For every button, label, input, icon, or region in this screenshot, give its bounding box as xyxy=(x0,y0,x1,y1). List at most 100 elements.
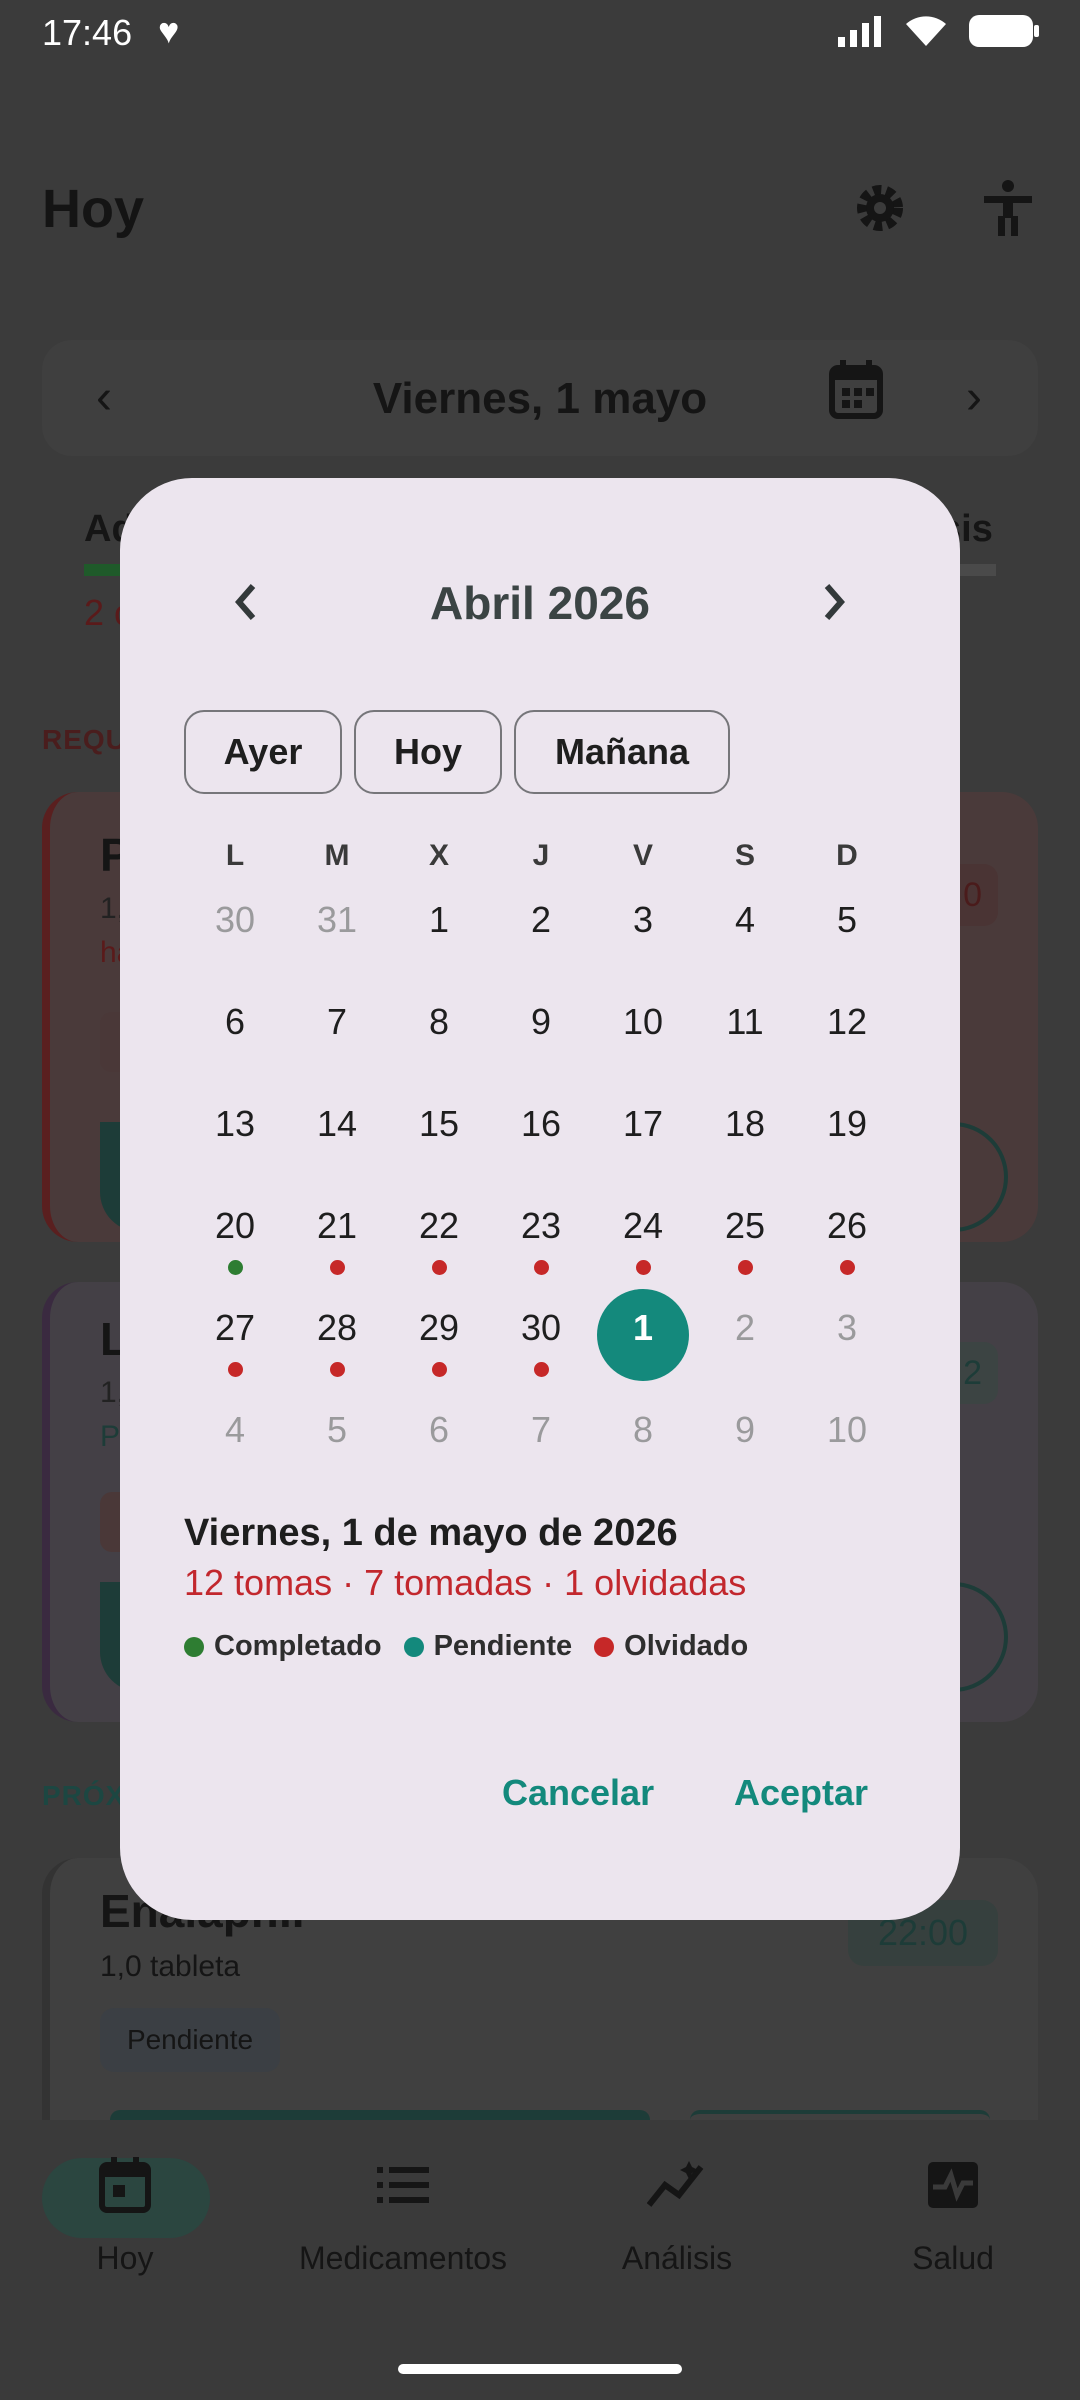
day-cell[interactable]: 13 xyxy=(184,1088,286,1190)
legend-item-missed: Olvidado xyxy=(594,1630,748,1663)
day-cell[interactable]: 2 xyxy=(694,1292,796,1394)
calendar-icon[interactable] xyxy=(828,360,884,425)
day-cell[interactable]: 31 xyxy=(286,884,388,986)
selected-date-summary: 12 tomas · 7 tomadas · 1 olvidadas xyxy=(184,1562,747,1603)
day-cell[interactable]: 28 xyxy=(286,1292,388,1394)
day-cell[interactable]: 30 xyxy=(490,1292,592,1394)
day-cell[interactable]: 16 xyxy=(490,1088,592,1190)
day-cell[interactable]: 8 xyxy=(592,1394,694,1496)
card-action-left[interactable] xyxy=(110,2110,650,2120)
nav-item-medications[interactable]: Medicamentos xyxy=(268,2150,538,2277)
day-number: 22 xyxy=(418,1205,460,1246)
selected-date-label: Viernes, 1 de mayo de 2026 xyxy=(184,1512,678,1554)
day-cell[interactable]: 26 xyxy=(796,1190,898,1292)
date-label[interactable]: Viernes, 1 mayo xyxy=(42,374,1038,424)
day-number: 13 xyxy=(214,1103,256,1144)
legend-label: Olvidado xyxy=(624,1630,749,1662)
next-month-icon[interactable] xyxy=(794,562,874,642)
day-cell[interactable]: 22 xyxy=(388,1190,490,1292)
day-cell[interactable]: 29 xyxy=(388,1292,490,1394)
adherence-bar xyxy=(84,564,124,576)
day-number: 29 xyxy=(418,1307,460,1348)
day-cell[interactable]: 7 xyxy=(490,1394,592,1496)
day-cell[interactable]: 27 xyxy=(184,1292,286,1394)
day-cell[interactable]: 4 xyxy=(694,884,796,986)
day-cell[interactable]: 2 xyxy=(490,884,592,986)
today-button[interactable]: Hoy xyxy=(354,710,502,794)
day-number: 25 xyxy=(724,1205,766,1246)
day-cell[interactable]: 10 xyxy=(592,986,694,1088)
missed-dot xyxy=(228,1362,243,1377)
day-number: 31 xyxy=(316,899,358,940)
day-number: 1 xyxy=(632,1307,654,1348)
date-selector[interactable]: ‹ Viernes, 1 mayo › xyxy=(42,340,1038,456)
day-number: 27 xyxy=(214,1307,256,1348)
day-cell[interactable]: 15 xyxy=(388,1088,490,1190)
day-cell[interactable]: 12 xyxy=(796,986,898,1088)
day-number: 21 xyxy=(316,1205,358,1246)
nav-item-analysis[interactable]: Análisis xyxy=(542,2150,812,2277)
health-icon xyxy=(928,2162,978,2208)
list-icon xyxy=(377,2167,429,2203)
day-number: 11 xyxy=(726,1001,764,1042)
day-cell[interactable]: 3 xyxy=(592,884,694,986)
tomorrow-button[interactable]: Mañana xyxy=(514,710,730,794)
day-cell[interactable]: 6 xyxy=(184,986,286,1088)
day-number: 4 xyxy=(224,1409,246,1450)
day-cell[interactable]: 7 xyxy=(286,986,388,1088)
accessibility-icon[interactable] xyxy=(978,178,1038,238)
nav-item-health[interactable]: Salud xyxy=(818,2150,1080,2277)
day-number: 8 xyxy=(632,1409,654,1450)
day-cell[interactable]: 6 xyxy=(388,1394,490,1496)
day-cell-selected[interactable]: 1 xyxy=(592,1289,694,1394)
day-cell[interactable]: 17 xyxy=(592,1088,694,1190)
status-chip: Pendiente xyxy=(100,2008,280,2072)
day-number: 8 xyxy=(428,1001,450,1042)
day-number: 14 xyxy=(316,1103,358,1144)
day-number: 24 xyxy=(622,1205,664,1246)
calendar-week: 6 7 8 9 10 11 12 xyxy=(184,986,898,1088)
day-cell[interactable]: 30 xyxy=(184,884,286,986)
day-number: 2 xyxy=(734,1307,756,1348)
day-number: 15 xyxy=(418,1103,460,1144)
day-cell[interactable]: 4 xyxy=(184,1394,286,1496)
page-title: Hoy xyxy=(42,179,145,239)
day-number: 10 xyxy=(826,1409,868,1450)
weekday-label: V xyxy=(632,839,653,872)
day-number: 5 xyxy=(836,899,858,940)
gear-icon[interactable] xyxy=(850,178,910,238)
cancel-button[interactable]: Cancelar xyxy=(502,1772,654,1814)
day-cell[interactable]: 9 xyxy=(490,986,592,1088)
day-cell[interactable]: 19 xyxy=(796,1088,898,1190)
day-cell[interactable]: 8 xyxy=(388,986,490,1088)
day-cell[interactable]: 11 xyxy=(694,986,796,1088)
gesture-bar[interactable] xyxy=(398,2364,682,2374)
day-cell[interactable]: 5 xyxy=(796,884,898,986)
day-cell[interactable]: 14 xyxy=(286,1088,388,1190)
day-cell[interactable]: 21 xyxy=(286,1190,388,1292)
missed-dot xyxy=(330,1362,345,1377)
day-cell[interactable]: 10 xyxy=(796,1394,898,1496)
yesterday-button[interactable]: Ayer xyxy=(184,710,342,794)
missed-dot xyxy=(738,1260,753,1275)
day-cell[interactable]: 9 xyxy=(694,1394,796,1496)
day-cell[interactable]: 25 xyxy=(694,1190,796,1292)
next-day-icon[interactable]: › xyxy=(966,370,982,425)
day-number: 26 xyxy=(826,1205,868,1246)
day-cell[interactable]: 3 xyxy=(796,1292,898,1394)
day-cell[interactable]: 5 xyxy=(286,1394,388,1496)
accept-button[interactable]: Aceptar xyxy=(734,1772,868,1814)
day-number: 2 xyxy=(530,899,552,940)
day-cell[interactable]: 1 xyxy=(388,884,490,986)
calendar-week: 27 28 29 30 1 2 3 xyxy=(184,1289,898,1394)
nav-item-today[interactable]: Hoy xyxy=(0,2150,260,2277)
calendar-week: 13 14 15 16 17 18 19 xyxy=(184,1088,898,1190)
day-number: 28 xyxy=(316,1307,358,1348)
day-cell[interactable]: 23 xyxy=(490,1190,592,1292)
legend-item-completed: Completado xyxy=(184,1630,382,1663)
day-cell[interactable]: 18 xyxy=(694,1088,796,1190)
day-cell[interactable]: 20 xyxy=(184,1190,286,1292)
day-number: 19 xyxy=(826,1103,868,1144)
card-action-right[interactable] xyxy=(690,2110,990,2120)
day-cell[interactable]: 24 xyxy=(592,1190,694,1292)
